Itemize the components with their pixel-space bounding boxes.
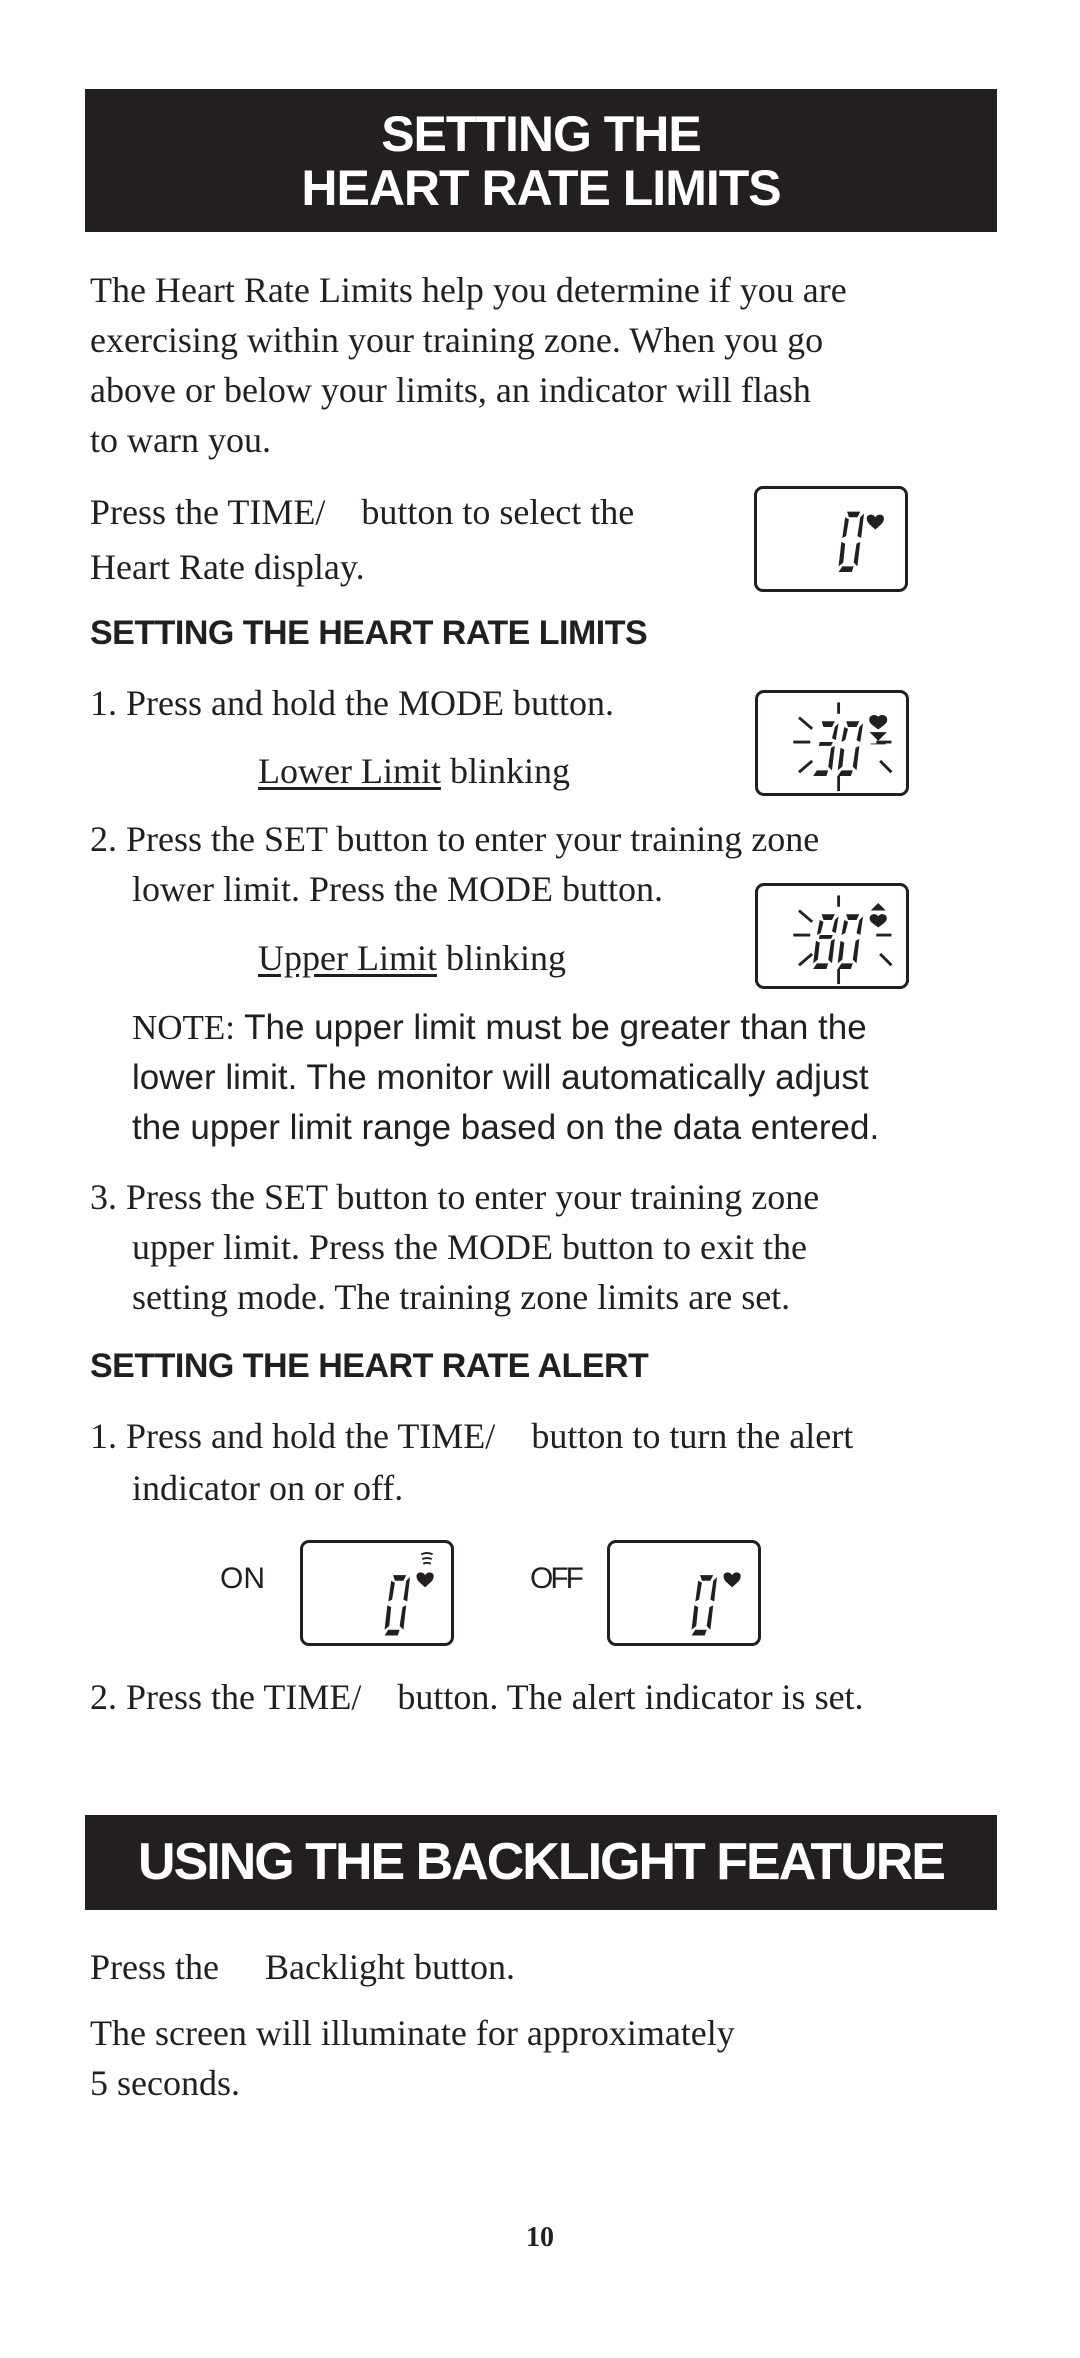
heart-icon: [723, 1572, 741, 1588]
lower-limit-caption: Lower Limit blinking: [258, 751, 570, 791]
intro-line: The Heart Rate Limits help you determine…: [90, 270, 847, 310]
heart-down-arrow-icon: [869, 715, 888, 745]
heart-icon: [866, 514, 884, 530]
lcd-heart-rate-display: [754, 486, 908, 592]
seven-seg-digit: [838, 511, 865, 573]
alert-step1: 1. Press and hold the TIME/button to tur…: [90, 1416, 854, 1508]
page-number: 10: [526, 2222, 554, 2253]
backlight-line1: Press the Backlight button.: [90, 1947, 515, 1987]
seven-seg-0: [837, 721, 864, 777]
lcd-upper-limit-80: [755, 883, 909, 989]
intro-line: to warn you.: [90, 420, 271, 460]
seven-seg-digit: [384, 1575, 411, 1636]
lcd-blinking-80: [793, 895, 893, 985]
lcd-alert-off-graphic: [691, 1572, 741, 1636]
seven-seg-3: [813, 721, 839, 777]
lcd-lower-limit-30: [755, 690, 909, 796]
note-block: NOTE: The upper limit must be greater th…: [132, 1008, 880, 1147]
seven-seg-8: [813, 914, 839, 970]
upper-limit-caption: Upper Limit blinking: [258, 938, 566, 978]
lcd-digit-zero: [838, 511, 884, 573]
seven-seg-digit: [691, 1575, 718, 1636]
intro-line: above or below your limits, an indicator…: [90, 370, 811, 410]
lcd-blinking-30: [793, 702, 893, 792]
limits-step3: 3. Press the SET button to enter your tr…: [90, 1177, 820, 1317]
lcd-alert-off: [607, 1540, 761, 1646]
intro-line: exercising within your training zone. Wh…: [90, 320, 824, 360]
lcd-alert-on-graphic: [384, 1551, 434, 1636]
backlight-description: The screen will illuminate for approxima…: [90, 2013, 735, 2103]
section-title-line2: HEART RATE LIMITS: [301, 160, 781, 216]
alert-signal-icon: [420, 1551, 434, 1565]
limits-heading: SETTING THE HEART RATE LIMITS: [90, 614, 648, 652]
heart-up-arrow-icon: [869, 902, 887, 928]
seven-seg-0: [837, 914, 864, 970]
limits-step1: 1. Press and hold the MODE button.: [90, 683, 614, 723]
select-display-text: Press the TIME/button to select the Hear…: [90, 492, 635, 587]
alert-heading: SETTING THE HEART RATE ALERT: [90, 1347, 649, 1385]
heart-icon: [416, 1572, 434, 1588]
alert-off-label: OFF: [530, 1562, 584, 1595]
alert-step2: 2. Press the TIME/button. The alert indi…: [90, 1677, 864, 1717]
intro-paragraph: The Heart Rate Limits help you determine…: [90, 265, 847, 465]
note-label: NOTE:: [132, 1008, 236, 1047]
backlight-title-banner: USING THE BACKLIGHT FEATURE: [85, 1815, 997, 1910]
limits-step2: 2. Press the SET button to enter your tr…: [90, 819, 820, 909]
alert-on-label: ON: [220, 1562, 265, 1595]
section-title-line1: SETTING THE: [381, 106, 702, 162]
lcd-alert-on: [300, 1540, 454, 1646]
section-title-banner: SETTING THE HEART RATE LIMITS: [85, 89, 997, 232]
